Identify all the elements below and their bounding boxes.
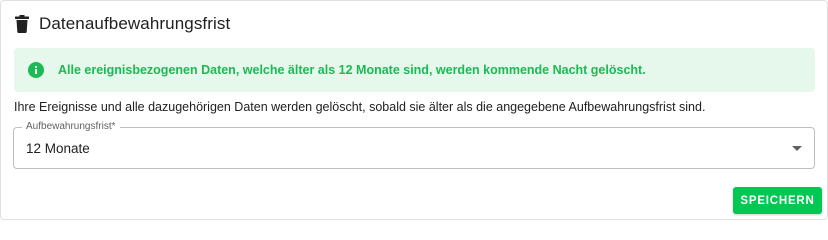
info-icon [28,62,44,78]
retention-period-select[interactable]: Aufbewahrungsfrist* 12 Monate [13,121,815,169]
chevron-down-icon[interactable] [792,146,802,151]
info-alert: Alle ereignisbezogenen Daten, welche ält… [14,48,815,92]
card-header: Datenaufbewahrungsfrist [15,13,230,35]
save-button[interactable]: SPEICHERN [733,187,822,214]
retention-card: Datenaufbewahrungsfrist Alle ereignisbez… [0,0,828,220]
retention-description: Ihre Ereignisse und alle dazugehörigen D… [14,100,706,114]
trash-icon [15,15,29,33]
page-title: Datenaufbewahrungsfrist [39,14,231,33]
alert-message: Alle ereignisbezogenen Daten, welche ält… [58,63,646,77]
retention-period-value: 12 Monate [26,141,90,156]
retention-period-label: Aufbewahrungsfrist* [22,121,120,133]
